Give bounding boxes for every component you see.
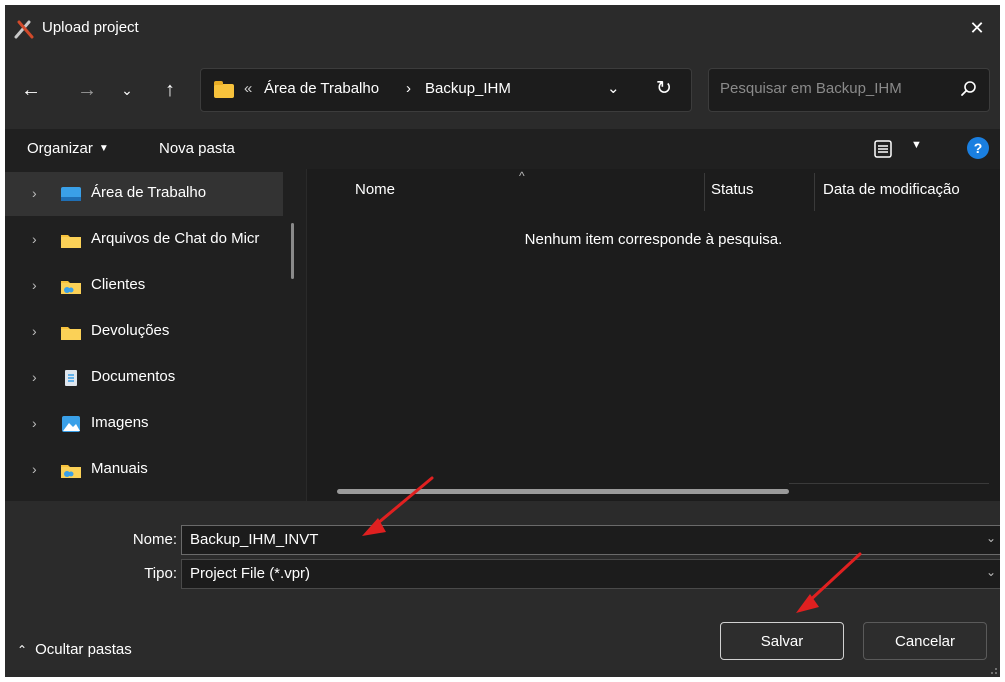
close-icon: ✕ [969,17,985,38]
expand-arrow-icon[interactable]: › [32,369,37,385]
expand-arrow-icon[interactable]: › [32,277,37,293]
chevron-down-icon[interactable]: ⌄ [986,565,996,579]
file-list: ^ Nome Status Data de modificação Nenhum… [307,169,1000,501]
column-header-name[interactable]: Nome [355,181,395,198]
folder-icon [61,327,81,340]
command-bar: Organizar ▼ Nova pasta ▼ ? [5,129,1000,169]
breadcrumb-backup-ihm[interactable]: Backup_IHM [425,80,511,97]
view-caret-icon[interactable]: ▼ [911,139,922,151]
back-button[interactable]: ← [19,78,43,102]
address-bar[interactable]: « Área de Trabalho › Backup_IHM ⌄ ↻ [200,68,692,112]
folder-icon [61,235,81,248]
up-button[interactable]: ↑ [158,78,182,102]
arrow-right-icon: → [77,78,97,101]
shared-folder-icon [61,465,81,478]
title-bar: Upload project ✕ [5,5,1000,51]
overflow-chevron[interactable]: « [244,80,252,97]
resize-grip-icon[interactable] [990,667,998,675]
folder-icon [214,81,234,98]
column-separator[interactable] [704,173,705,211]
breadcrumb-desktop[interactable]: Área de Trabalho [264,80,379,97]
expand-arrow-icon[interactable]: › [32,415,37,431]
file-type-value: Project File (*.vpr) [190,565,311,582]
save-button[interactable]: Salvar [720,622,844,660]
search-icon [961,81,976,96]
sidebar-item-chat-files[interactable]: › Arquivos de Chat do Micr [5,218,283,262]
sidebar-item-label: Arquivos de Chat do Micr [91,230,260,247]
forward-button[interactable]: → [75,78,99,102]
search-input[interactable]: Pesquisar em Backup_IHM [708,68,990,112]
address-dropdown-icon[interactable]: ⌄ [607,79,620,97]
save-form: Nome: Backup_IHM_INVT ⌄ Tipo: Project Fi… [5,501,1000,677]
sidebar-item-devolucoes[interactable]: › Devoluções [5,310,283,354]
recent-locations-button[interactable]: ⌄ [115,78,139,102]
caret-down-icon: ▼ [98,143,109,154]
window-title: Upload project [42,19,139,36]
column-header-status[interactable]: Status [711,181,754,198]
sidebar-item-manuais[interactable]: › Manuais [5,448,283,492]
close-button[interactable]: ✕ [954,5,1000,51]
upload-project-dialog: Upload project ✕ ← → ⌄ ↑ « Área de Traba… [5,5,1000,677]
name-field-label: Nome: [132,531,177,548]
refresh-icon[interactable]: ↻ [656,77,672,100]
file-type-select[interactable]: Project File (*.vpr) ⌄ [181,559,1000,589]
search-placeholder: Pesquisar em Backup_IHM [720,80,902,97]
hide-folders-label: Ocultar pastas [35,641,132,658]
sidebar-scrollbar[interactable] [291,223,294,279]
arrow-left-icon: ← [21,78,41,101]
column-header-date-modified[interactable]: Data de modificação [823,181,960,198]
expand-arrow-icon[interactable]: › [32,231,37,247]
horizontal-scrollbar[interactable] [337,489,789,494]
cancel-button[interactable]: Cancelar [863,622,987,660]
arrow-up-icon: ↑ [165,78,175,101]
sidebar-item-documentos[interactable]: › Documentos [5,356,283,400]
navigation-bar: ← → ⌄ ↑ « Área de Trabalho › Backup_IHM … [5,51,1000,129]
chevron-up-icon: ⌃ [17,643,28,657]
document-icon [65,370,77,386]
sidebar-item-imagens[interactable]: › Imagens [5,402,283,446]
type-field-label: Tipo: [144,565,177,582]
expand-arrow-icon[interactable]: › [32,323,37,339]
sidebar-item-label: Área de Trabalho [91,184,207,201]
desktop-icon [61,187,81,201]
scrollbar-track [789,483,989,484]
app-icon [14,20,34,39]
hide-folders-toggle[interactable]: ⌃ Ocultar pastas [17,641,132,658]
chevron-down-icon[interactable]: ⌄ [986,531,996,545]
sort-ascending-icon: ^ [519,169,525,183]
new-folder-button[interactable]: Nova pasta [159,140,235,157]
expand-arrow-icon[interactable]: › [32,461,37,477]
view-options-icon[interactable] [874,140,892,158]
sidebar-item-label: Devoluções [91,322,170,339]
pictures-icon [62,416,80,432]
expand-arrow-icon[interactable]: › [32,185,37,201]
chevron-down-icon: ⌄ [121,81,133,98]
organize-menu[interactable]: Organizar ▼ [27,140,109,157]
file-name-value: Backup_IHM_INVT [190,531,319,548]
new-folder-label: Nova pasta [159,140,235,157]
sidebar-item-label: Clientes [91,276,146,293]
organize-label: Organizar [27,140,93,157]
sidebar-item-label: Manuais [91,460,148,477]
help-icon[interactable]: ? [967,137,989,159]
sidebar-item-clientes[interactable]: › Clientes [5,264,283,308]
navigation-pane: › Área de Trabalho › Arquivos de Chat do… [5,169,303,501]
breadcrumb-separator[interactable]: › [406,80,411,97]
sidebar-item-label: Documentos [91,368,176,385]
column-separator[interactable] [814,173,815,211]
file-name-input[interactable]: Backup_IHM_INVT ⌄ [181,525,1000,555]
empty-results-message: Nenhum item corresponde à pesquisa. [524,231,783,248]
sidebar-item-label: Imagens [91,414,149,431]
sidebar-item-desktop[interactable]: › Área de Trabalho [5,172,283,216]
shared-folder-icon [61,281,81,294]
